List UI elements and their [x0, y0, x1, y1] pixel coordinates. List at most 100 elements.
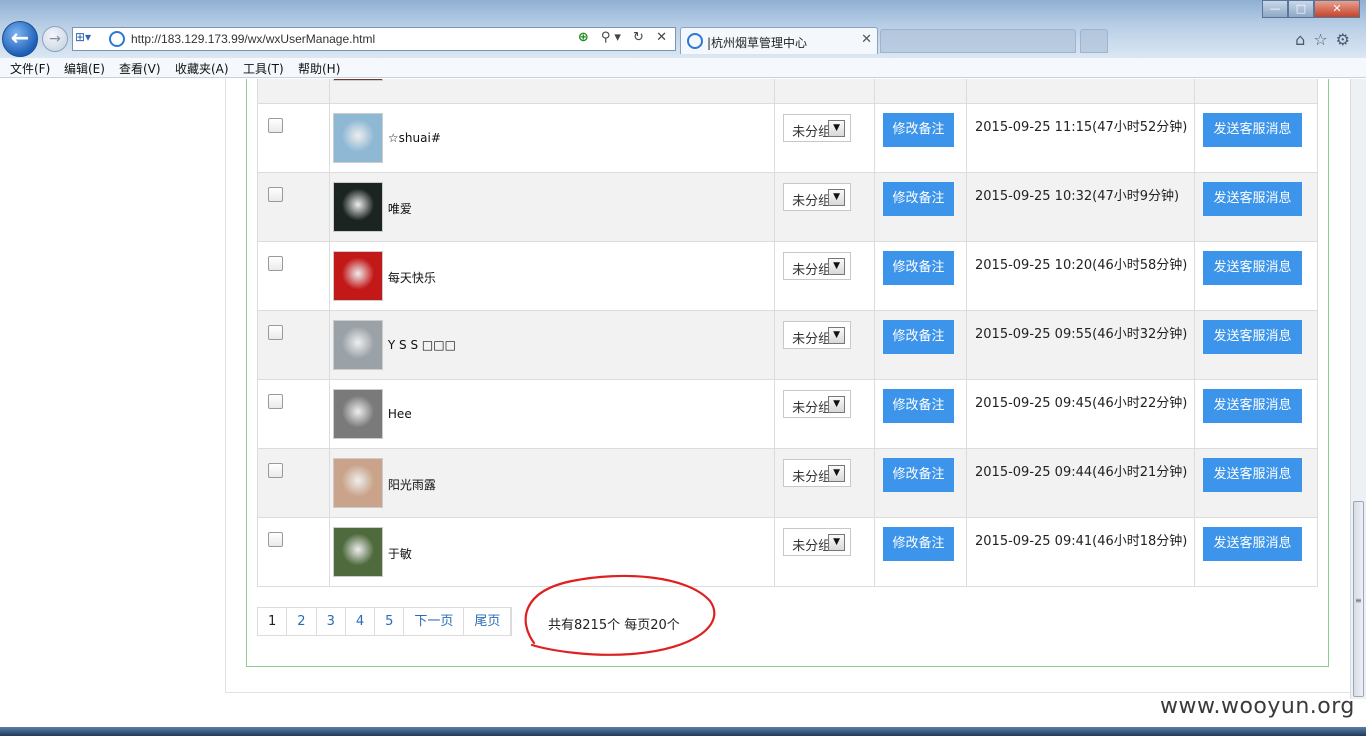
table-row: 每天快乐 未分组 ▼ 修改备注 2015-09-25 10:20(46小时58分钟) 发送… — [257, 241, 1319, 311]
row-checkbox[interactable] — [268, 256, 283, 271]
avatar — [332, 113, 383, 163]
tab-inactive[interactable] — [880, 29, 1076, 53]
search-icon[interactable]: ⚲▾ — [601, 30, 625, 45]
last-active-time: 2015-09-25 09:41(46小时18分钟) — [975, 534, 1188, 549]
user-nickname: 阳光雨露 — [387, 478, 436, 492]
send-service-message-button[interactable]: 发送客服消息 — [1202, 251, 1302, 285]
menu-file[interactable]: 文件(F) — [10, 60, 50, 77]
group-select[interactable]: 未分组 ▼ — [783, 528, 852, 556]
page-link-4[interactable]: 4 — [346, 608, 376, 635]
favorites-star-icon[interactable]: ☆ — [1313, 30, 1335, 49]
edit-remark-button[interactable]: 修改备注 — [883, 113, 955, 147]
menu-favorites[interactable]: 收藏夹(A) — [175, 60, 229, 77]
avatar — [332, 182, 383, 232]
table-row: 唯爱 未分组 ▼ 修改备注 2015-09-25 10:32(47小时9分钟) 发送客服消… — [257, 172, 1319, 242]
group-select-value: 未分组 — [792, 539, 829, 554]
table-row: 于敏 未分组 ▼ 修改备注 2015-09-25 09:41(46小时18分钟) 发送客服… — [257, 517, 1319, 587]
row-checkbox[interactable] — [268, 532, 283, 547]
page-link-3[interactable]: 3 — [317, 608, 346, 635]
send-service-message-button[interactable]: 发送客服消息 — [1202, 389, 1302, 423]
user-nickname: Hee — [387, 407, 412, 421]
new-tab-button[interactable] — [1080, 29, 1108, 53]
last-active-time: 2015-09-25 10:32(47小时9分钟) — [975, 189, 1180, 204]
last-page-link[interactable]: 尾页 — [464, 608, 512, 635]
menu-edit[interactable]: 编辑(E) — [64, 60, 105, 77]
send-service-message-button[interactable]: 发送客服消息 — [1202, 527, 1302, 561]
page-link-5[interactable]: 5 — [375, 608, 405, 635]
stop-icon[interactable]: ✕ — [656, 30, 671, 45]
menu-help[interactable]: 帮助(H) — [298, 60, 340, 77]
group-select[interactable]: 未分组 ▼ — [783, 390, 852, 418]
row-checkbox[interactable] — [268, 394, 283, 409]
minimize-icon[interactable]: — — [1262, 0, 1288, 18]
send-service-message-button[interactable]: 发送客服消息 — [1202, 113, 1302, 147]
chevron-down-icon[interactable]: ▼ — [828, 327, 846, 344]
group-select[interactable]: 未分组 ▼ — [783, 183, 852, 211]
user-table: ☆shuai# 未分组 ▼ 修改备注 2015-09-25 11:15(47小时52分钟… — [257, 79, 1319, 587]
send-service-message-button[interactable]: 发送客服消息 — [1202, 182, 1302, 216]
menu-view[interactable]: 查看(V) — [119, 60, 161, 77]
edit-remark-button[interactable]: 修改备注 — [883, 251, 955, 285]
browser-toolbar-icons: ⌂☆⚙ — [1295, 30, 1358, 49]
edit-remark-button[interactable]: 修改备注 — [883, 389, 955, 423]
row-checkbox[interactable] — [268, 325, 283, 340]
page-link-2[interactable]: 2 — [287, 608, 317, 635]
chevron-down-icon[interactable]: ▼ — [828, 396, 846, 413]
last-active-time: 2015-09-25 09:45(46小时22分钟) — [975, 396, 1188, 411]
home-icon[interactable]: ⌂ — [1295, 30, 1313, 49]
edit-remark-button[interactable]: 修改备注 — [883, 458, 955, 492]
window-controls: — □ ✕ — [1262, 0, 1360, 18]
refresh-icon[interactable]: ↻ — [633, 30, 648, 45]
close-window-icon[interactable]: ✕ — [1314, 0, 1360, 18]
group-select[interactable]: 未分组 ▼ — [783, 321, 852, 349]
edit-remark-button[interactable]: 修改备注 — [883, 527, 955, 561]
address-actions: ⊕ ⚲▾ ↻ ✕ — [578, 30, 671, 45]
group-select[interactable]: 未分组 ▼ — [783, 459, 852, 487]
address-url[interactable]: http://183.129.173.99/wx/wxUserManage.ht… — [131, 32, 375, 46]
edit-remark-button[interactable]: 修改备注 — [883, 182, 955, 216]
user-nickname: 于敏 — [387, 547, 412, 561]
table-row-partial — [257, 79, 1319, 104]
address-bar[interactable]: ⊞▾ http://183.129.173.99/wx/wxUserManage… — [72, 27, 676, 51]
send-service-message-button[interactable]: 发送客服消息 — [1202, 458, 1302, 492]
page-link-1[interactable]: 1 — [258, 608, 288, 635]
ie-page-icon — [109, 31, 125, 47]
row-checkbox[interactable] — [268, 463, 283, 478]
row-checkbox[interactable] — [268, 187, 283, 202]
scrollbar-grip-icon: ≡ — [1355, 596, 1362, 605]
tab-active[interactable]: |杭州烟草管理中心 ✕ — [680, 27, 878, 54]
compatibility-icon[interactable]: ⊕ — [578, 30, 593, 45]
group-select-value: 未分组 — [792, 263, 829, 278]
avatar — [332, 320, 383, 370]
edit-remark-button[interactable]: 修改备注 — [883, 320, 955, 354]
add-favorite-icon[interactable]: ⊞▾ — [75, 30, 105, 48]
vertical-scrollbar[interactable]: ≡ — [1350, 79, 1366, 699]
table-row: Hee 未分组 ▼ 修改备注 2015-09-25 09:45(46小时22分钟) 发送客… — [257, 379, 1319, 449]
chevron-down-icon[interactable]: ▼ — [828, 258, 846, 275]
red-annotation-circle — [524, 574, 716, 656]
browser-titlebar: ← → ⊞▾ http://183.129.173.99/wx/wxUserMa… — [0, 0, 1366, 58]
group-select-value: 未分组 — [792, 194, 829, 209]
back-arrow-icon[interactable]: ← — [2, 21, 38, 57]
chevron-down-icon[interactable]: ▼ — [828, 189, 846, 206]
avatar — [332, 389, 383, 439]
tab-close-icon[interactable]: ✕ — [861, 32, 872, 47]
table-row: 阳光雨露 未分组 ▼ 修改备注 2015-09-25 09:44(46小时21分钟) 发送… — [257, 448, 1319, 518]
avatar — [332, 79, 383, 81]
menu-tools[interactable]: 工具(T) — [243, 60, 284, 77]
page-content: ☆shuai# 未分组 ▼ 修改备注 2015-09-25 11:15(47小时52分钟… — [0, 79, 1350, 699]
chevron-down-icon[interactable]: ▼ — [828, 534, 846, 551]
send-service-message-button[interactable]: 发送客服消息 — [1202, 320, 1302, 354]
tools-gear-icon[interactable]: ⚙ — [1336, 30, 1358, 49]
forward-arrow-icon[interactable]: → — [42, 26, 68, 52]
last-active-time: 2015-09-25 11:15(47小时52分钟) — [975, 120, 1188, 135]
scrollbar-thumb[interactable]: ≡ — [1353, 501, 1364, 697]
next-page-link[interactable]: 下一页 — [404, 608, 465, 635]
group-select[interactable]: 未分组 ▼ — [783, 114, 852, 142]
group-select[interactable]: 未分组 ▼ — [783, 252, 852, 280]
maximize-icon[interactable]: □ — [1288, 0, 1314, 18]
row-checkbox[interactable] — [268, 118, 283, 133]
chevron-down-icon[interactable]: ▼ — [828, 465, 846, 482]
group-select-value: 未分组 — [792, 125, 829, 140]
chevron-down-icon[interactable]: ▼ — [828, 120, 846, 137]
